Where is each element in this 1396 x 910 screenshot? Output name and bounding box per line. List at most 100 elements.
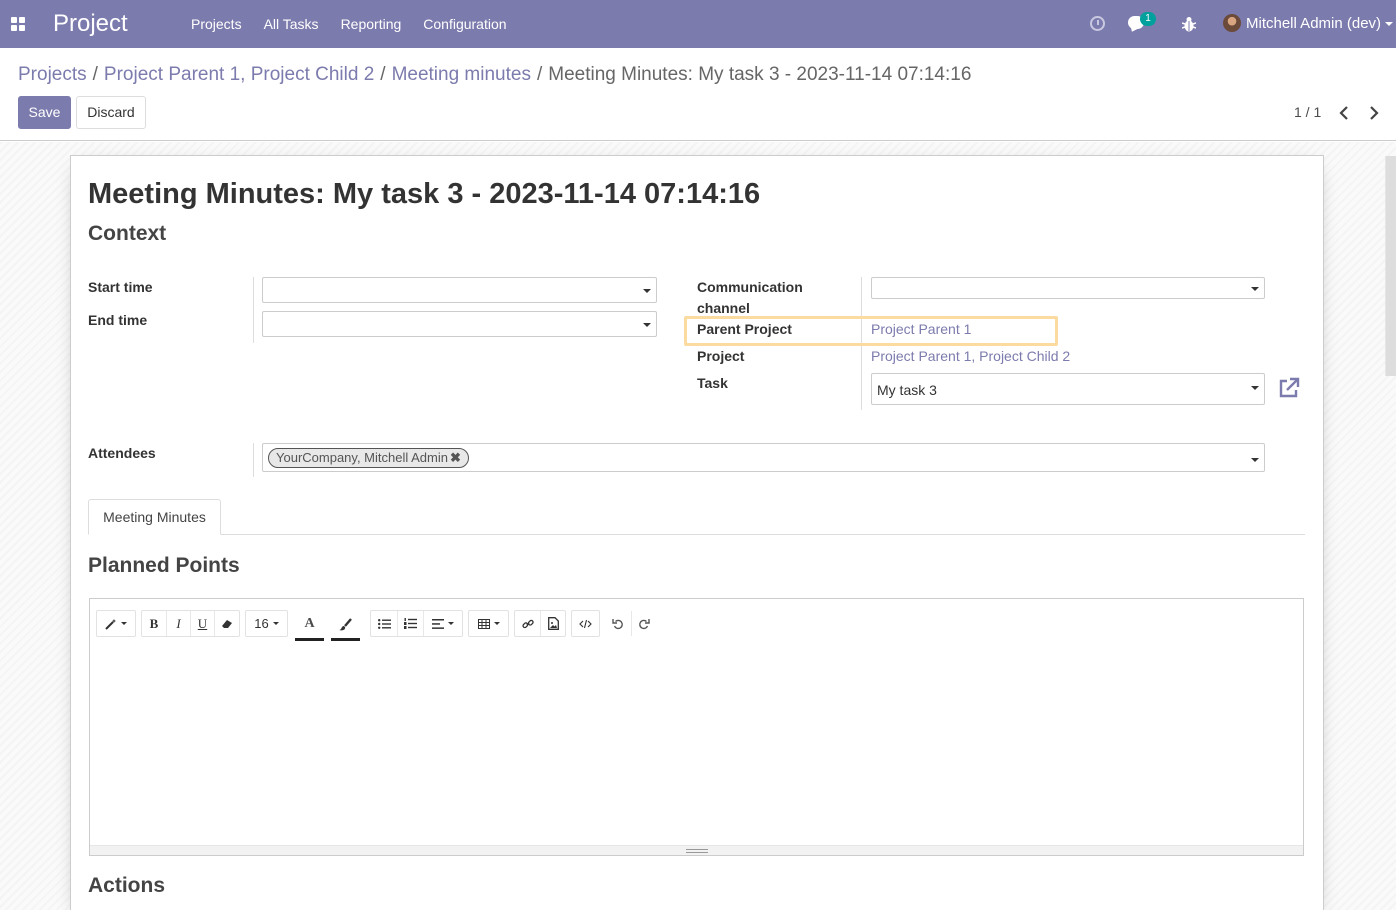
font-size-value: 16 <box>254 616 269 631</box>
breadcrumb-meeting-minutes[interactable]: Meeting minutes <box>392 64 531 85</box>
font-color-button[interactable]: A <box>295 610 324 641</box>
italic-button[interactable]: I <box>166 611 190 636</box>
style-group <box>96 610 136 637</box>
breadcrumb-separator: / <box>380 64 386 85</box>
redo-icon <box>638 618 650 629</box>
parent-project-link[interactable]: Project Parent 1 <box>871 321 971 337</box>
picture-button[interactable] <box>540 611 565 636</box>
undo-button[interactable] <box>606 611 630 636</box>
table-dropdown[interactable] <box>469 611 508 636</box>
redo-button[interactable] <box>631 611 655 636</box>
field-divider <box>861 277 862 410</box>
caret-down-icon <box>643 323 651 327</box>
user-avatar[interactable] <box>1223 14 1241 32</box>
task-field[interactable]: My task 3 <box>871 373 1265 405</box>
user-menu[interactable]: Mitchell Admin (dev) <box>1246 15 1381 32</box>
start-time-label: Start time <box>88 279 153 295</box>
discard-button[interactable]: Discard <box>76 96 146 129</box>
attendee-tag: YourCompany, Mitchell Admin ✖ <box>268 448 469 468</box>
eraser-icon <box>222 619 232 628</box>
editor-toolbar: B I U 16 A <box>90 599 1303 649</box>
field-divider <box>253 277 254 343</box>
caret-down-icon <box>1251 386 1259 390</box>
picture-icon <box>547 617 559 630</box>
save-button[interactable]: Save <box>18 96 71 129</box>
font-style-group: B I U <box>141 610 240 637</box>
remove-tag-icon[interactable]: ✖ <box>450 450 461 465</box>
external-link-icon[interactable] <box>1278 377 1300 399</box>
section-context-title: Context <box>88 222 167 245</box>
link-button[interactable] <box>515 611 540 636</box>
main-menu: Projects All Tasks Reporting Configurati… <box>180 0 518 48</box>
breadcrumb-current: Meeting Minutes: My task 3 - 2023-11-14 … <box>548 64 972 85</box>
end-time-field[interactable] <box>262 311 657 337</box>
attendee-tag-label: YourCompany, Mitchell Admin <box>276 450 448 465</box>
app-name[interactable]: Project <box>53 10 128 38</box>
unordered-list-button[interactable] <box>371 611 397 636</box>
style-dropdown-button[interactable] <box>97 611 135 636</box>
vertical-scrollbar[interactable] <box>1385 156 1396 376</box>
pager-next-icon[interactable] <box>1369 106 1379 120</box>
communication-channel-field[interactable] <box>871 277 1265 299</box>
breadcrumb-separator: / <box>536 64 543 85</box>
breadcrumb-projects[interactable]: Projects <box>18 64 87 85</box>
end-time-label: End time <box>88 312 148 328</box>
breadcrumb-separator: / <box>92 64 98 85</box>
code-view-button[interactable] <box>572 611 599 636</box>
font-size-group: 16 <box>245 610 288 637</box>
parent-project-label: Parent Project <box>697 321 792 337</box>
font-size-dropdown[interactable]: 16 <box>246 611 287 636</box>
ordered-list-icon <box>404 618 417 629</box>
bug-icon[interactable] <box>1182 16 1196 32</box>
chat-count-badge: 1 <box>1140 12 1156 26</box>
project-link[interactable]: Project Parent 1, Project Child 2 <box>871 348 1070 364</box>
bold-button[interactable]: B <box>142 611 166 636</box>
unordered-list-icon <box>377 618 391 629</box>
task-label: Task <box>697 375 728 391</box>
resize-grip-icon <box>686 849 708 853</box>
planned-points-editor: B I U 16 A <box>89 598 1304 856</box>
magic-wand-icon <box>105 618 116 630</box>
section-actions-title: Actions <box>88 874 166 897</box>
pager-value[interactable]: 1 / 1 <box>1294 104 1321 120</box>
menu-projects[interactable]: Projects <box>180 16 253 32</box>
table-group <box>468 610 509 637</box>
table-icon <box>477 618 490 629</box>
user-menu-caret-icon[interactable] <box>1385 22 1393 26</box>
menu-configuration[interactable]: Configuration <box>412 16 517 32</box>
underline-button[interactable]: U <box>190 611 214 636</box>
field-divider <box>253 443 254 477</box>
paragraph-group <box>370 610 463 637</box>
editor-resize-handle[interactable] <box>90 845 1303 855</box>
pager-previous-icon[interactable] <box>1339 106 1349 120</box>
top-navbar: Project Projects All Tasks Reporting Con… <box>0 0 1396 48</box>
caret-down-icon <box>1251 287 1259 291</box>
eraser-button[interactable] <box>214 611 239 636</box>
start-time-field[interactable] <box>262 277 657 303</box>
apps-menu-icon[interactable] <box>11 17 25 31</box>
background-color-button[interactable] <box>331 610 360 641</box>
align-left-icon <box>432 618 444 629</box>
link-icon <box>521 619 534 628</box>
section-planned-points-title: Planned Points <box>88 554 240 577</box>
menu-all-tasks[interactable]: All Tasks <box>253 16 330 32</box>
communication-channel-label: Communication channel <box>697 279 803 316</box>
tab-strip <box>88 534 1305 535</box>
task-value: My task 3 <box>877 382 937 398</box>
record-title: Meeting Minutes: My task 3 - 2023-11-14 … <box>88 178 761 210</box>
tab-meeting-minutes[interactable]: Meeting Minutes <box>88 499 221 535</box>
control-panel: Projects / Project Parent 1, Project Child… <box>0 48 1396 141</box>
undo-icon <box>612 618 623 629</box>
caret-down-icon <box>643 289 651 293</box>
paintbrush-icon <box>339 617 352 630</box>
code-view-group <box>571 610 600 637</box>
code-icon <box>579 619 592 628</box>
ordered-list-button[interactable] <box>397 611 423 636</box>
editor-content-area[interactable] <box>90 649 1303 845</box>
project-label: Project <box>697 348 745 364</box>
breadcrumb-project[interactable]: Project Parent 1, Project Child 2 <box>104 64 374 85</box>
menu-reporting[interactable]: Reporting <box>330 16 413 32</box>
paragraph-align-dropdown[interactable] <box>423 611 462 636</box>
breadcrumb: Projects / Project Parent 1, Project Child… <box>18 64 971 86</box>
activity-clock-icon[interactable] <box>1090 16 1105 31</box>
